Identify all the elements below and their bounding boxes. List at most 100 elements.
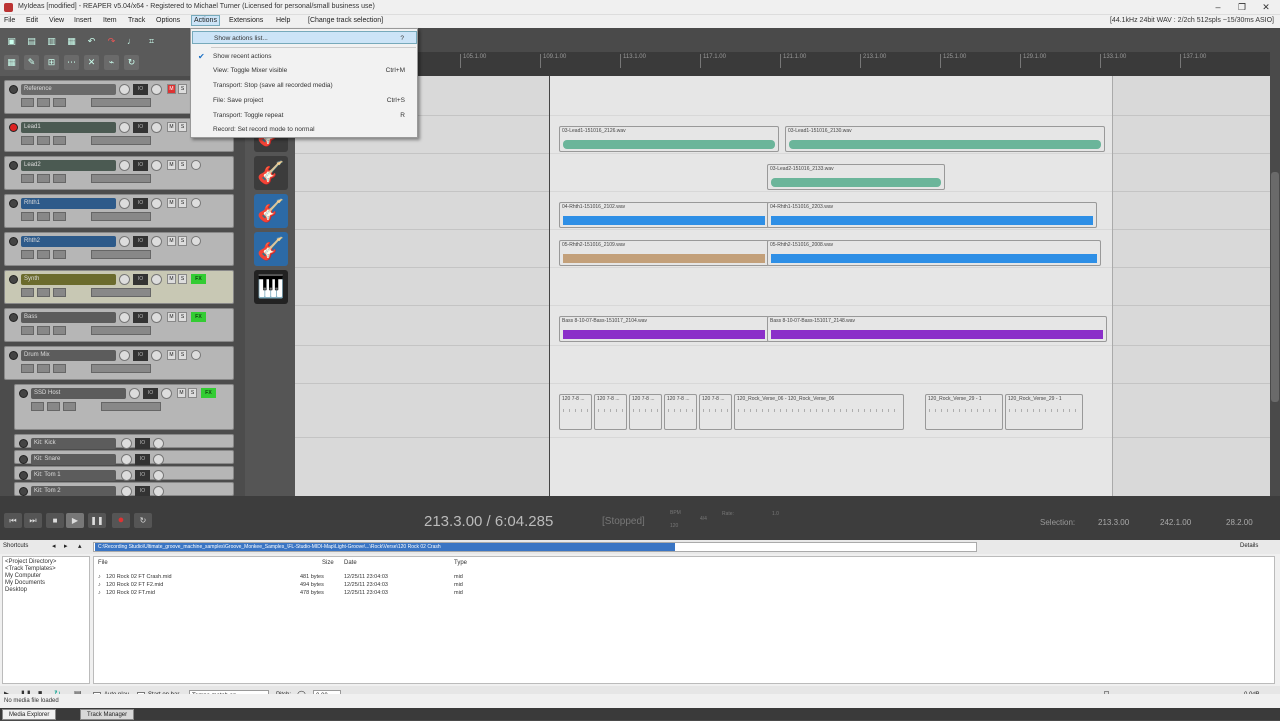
track-name[interactable]: Drum Mix [21, 350, 116, 361]
volume-knob[interactable] [121, 470, 132, 481]
new-project-icon[interactable]: ▣ [4, 34, 19, 49]
lock-icon[interactable]: ⌁ [104, 55, 119, 70]
midi-item[interactable]: 120_Rock_Verse_29 - 1 [1005, 394, 1083, 430]
volume-knob[interactable] [119, 122, 130, 133]
solo-button[interactable]: S [178, 236, 187, 246]
pan-knob[interactable] [151, 122, 162, 133]
monitor-button[interactable] [53, 98, 66, 107]
io-routing-button[interactable]: IO [133, 160, 148, 171]
fx-bypass-button[interactable] [191, 198, 201, 208]
vertical-scrollbar[interactable] [1270, 52, 1280, 496]
media-item[interactable]: 03-Lead1-151016_2126.wav [559, 126, 779, 152]
volume-knob[interactable] [119, 350, 130, 361]
track-panel[interactable]: Rhth1 IO M S [4, 194, 234, 228]
shortcut-item[interactable]: <Track Templates> [5, 566, 87, 573]
mute-button[interactable]: M [167, 122, 176, 132]
track-name[interactable]: Lead2 [21, 160, 116, 171]
back-icon[interactable]: ◂ [52, 542, 56, 550]
solo-button[interactable]: S [178, 84, 187, 94]
menu-track[interactable]: Track [128, 17, 145, 24]
solo-button[interactable]: S [178, 312, 187, 322]
media-item[interactable]: 05-Rhth2-151016_2109.wav [559, 240, 769, 266]
mute-button[interactable]: M [167, 84, 176, 94]
menu-save-project[interactable]: File: Save project Ctrl+S [192, 94, 417, 107]
menu-file[interactable]: File [4, 17, 15, 24]
redo-icon[interactable]: ↷ [104, 34, 119, 49]
fx-bypass-button[interactable] [191, 236, 201, 246]
track-panel[interactable]: Synth IO M S FX [4, 270, 234, 304]
repeat-button[interactable]: ↻ [134, 513, 152, 528]
fx-button[interactable]: FX [191, 274, 206, 284]
track-panel[interactable]: Rhth2 IO M S [4, 232, 234, 266]
stop-button[interactable]: ■ [46, 513, 64, 528]
track-panel[interactable]: Kit: Tom 1 IO [14, 466, 234, 481]
midi-item[interactable]: 120_Rock_Verse_29 - 1 [925, 394, 1003, 430]
phase-button[interactable] [37, 288, 50, 297]
monitor-button[interactable] [53, 364, 66, 373]
monitor-button[interactable] [53, 212, 66, 221]
menu-record-mode-normal[interactable]: Record: Set record mode to normal [192, 123, 417, 136]
timeline-ruler[interactable]: 105.1.00 109.1.00 113.1.00 117.1.00 121.… [295, 52, 1270, 76]
input-select[interactable] [91, 136, 151, 145]
midi-item[interactable]: 120 7-8 ... [629, 394, 662, 430]
record-arm-button[interactable] [19, 487, 28, 496]
record-arm-button[interactable] [9, 275, 18, 284]
mute-button[interactable]: M [167, 236, 176, 246]
monitor-button[interactable] [63, 402, 76, 411]
pan-knob[interactable] [151, 84, 162, 95]
fx-bypass-button[interactable] [191, 350, 201, 360]
media-item[interactable]: 04-Rhth1-151016_2102.wav [559, 202, 769, 228]
menu-show-recent-actions[interactable]: ✔ Show recent actions [192, 50, 417, 63]
env-button[interactable] [21, 98, 34, 107]
fx-button[interactable]: FX [191, 312, 206, 322]
io-routing-button[interactable]: IO [133, 236, 148, 247]
pan-knob[interactable] [153, 486, 164, 496]
phase-button[interactable] [37, 250, 50, 259]
pause-button[interactable]: ❚❚ [88, 513, 106, 528]
io-routing-button[interactable]: IO [135, 454, 150, 465]
minimize-button[interactable]: – [1208, 1, 1228, 13]
pan-knob[interactable] [151, 312, 162, 323]
io-routing-button[interactable]: IO [135, 470, 150, 481]
io-routing-button[interactable]: IO [133, 84, 148, 95]
menu-transport-stop[interactable]: Transport: Stop (save all recorded media… [192, 79, 417, 92]
undo-icon[interactable]: ↶ [84, 34, 99, 49]
monitor-button[interactable] [53, 288, 66, 297]
input-select[interactable] [91, 212, 151, 221]
menu-help[interactable]: Help [276, 17, 290, 24]
pan-knob[interactable] [161, 388, 172, 399]
input-select[interactable] [91, 174, 151, 183]
record-arm-button[interactable] [9, 161, 18, 170]
media-item[interactable]: 05-Rhth2-151016_2008.wav [767, 240, 1101, 266]
crossfade-icon[interactable]: ✕ [84, 55, 99, 70]
record-arm-button[interactable] [19, 439, 28, 448]
monitor-button[interactable] [53, 326, 66, 335]
track-name[interactable]: Kit: Tom 2 [31, 486, 116, 496]
env-button[interactable] [31, 402, 44, 411]
io-routing-button[interactable]: IO [133, 274, 148, 285]
midi-item[interactable]: 120 7-8 ... [559, 394, 592, 430]
forward-icon[interactable]: ▸ [64, 542, 68, 550]
pan-knob[interactable] [151, 160, 162, 171]
media-item[interactable]: Bass 8-10-07-Bass-151017_2148.wav [767, 316, 1107, 342]
env-button[interactable] [21, 212, 34, 221]
menu-item[interactable]: Item [103, 17, 117, 24]
solo-button[interactable]: S [178, 350, 187, 360]
pan-knob[interactable] [153, 470, 164, 481]
input-select[interactable] [91, 288, 151, 297]
record-arm-button[interactable] [9, 237, 18, 246]
envelope-icon[interactable]: ⋯ [64, 55, 79, 70]
mute-button[interactable]: M [167, 274, 176, 284]
selection-start[interactable]: 213.3.00 [1098, 518, 1129, 527]
volume-knob[interactable] [119, 198, 130, 209]
project-settings-icon[interactable]: ▦ [64, 34, 79, 49]
media-item[interactable]: 04-Rhth1-151016_2203.wav [767, 202, 1097, 228]
record-button[interactable]: ● [112, 513, 130, 528]
env-button[interactable] [21, 364, 34, 373]
ripple-edit-icon[interactable]: ✎ [24, 55, 39, 70]
media-item[interactable]: 03-Lead1-151016_2130.wav [785, 126, 1105, 152]
input-select[interactable] [101, 402, 161, 411]
track-name[interactable]: Kit: Snare [31, 454, 116, 465]
menu-extensions[interactable]: Extensions [229, 17, 263, 24]
track-name[interactable]: Rhth1 [21, 198, 116, 209]
